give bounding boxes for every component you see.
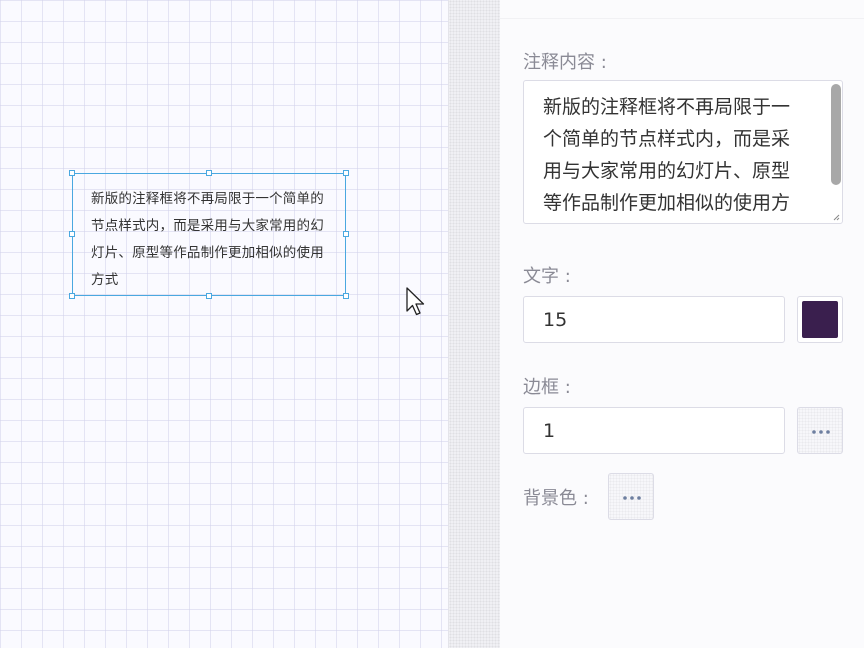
resize-handle-top-left[interactable]: [69, 170, 75, 176]
resize-handle-top-right[interactable]: [343, 170, 349, 176]
border-width-value: 1: [543, 420, 556, 442]
resize-handle-right[interactable]: [343, 231, 349, 237]
border-color-button[interactable]: [797, 407, 843, 454]
font-size-input[interactable]: 15: [523, 296, 785, 343]
more-dots-icon: [812, 430, 830, 434]
background-color-button[interactable]: [608, 473, 654, 520]
panel-splitter[interactable]: [448, 0, 501, 648]
resize-handle-bottom[interactable]: [206, 293, 212, 299]
panel-divider: [500, 18, 864, 19]
font-size-value: 15: [543, 309, 568, 331]
resize-handle-bottom-right[interactable]: [343, 293, 349, 299]
content-label: 注释内容 :: [523, 52, 607, 73]
text-color-swatch: [802, 301, 838, 338]
annotation-text[interactable]: 新版的注释框将不再局限于一个简单的节点样式内，而是采用与大家常用的幻灯片、原型等…: [91, 186, 333, 294]
drawing-canvas[interactable]: 新版的注释框将不再局限于一个简单的节点样式内，而是采用与大家常用的幻灯片、原型等…: [0, 0, 448, 648]
content-textarea-value[interactable]: 新版的注释框将不再局限于一个简单的节点样式内，而是采用与大家常用的幻灯片、原型等…: [543, 91, 805, 223]
resize-handle-left[interactable]: [69, 231, 75, 237]
textarea-scrollbar[interactable]: [831, 84, 841, 185]
mouse-pointer-icon: [406, 287, 425, 316]
border-label: 边框 :: [523, 377, 571, 398]
background-color-label: 背景色 :: [523, 488, 589, 509]
border-width-input[interactable]: 1: [523, 407, 785, 454]
content-textarea[interactable]: 新版的注释框将不再局限于一个简单的节点样式内，而是采用与大家常用的幻灯片、原型等…: [523, 80, 843, 224]
annotation-box[interactable]: 新版的注释框将不再局限于一个简单的节点样式内，而是采用与大家常用的幻灯片、原型等…: [72, 173, 346, 296]
more-dots-icon: [623, 496, 641, 500]
resize-grip-icon[interactable]: [833, 214, 840, 221]
properties-panel: 注释内容 : 新版的注释框将不再局限于一个简单的节点样式内，而是采用与大家常用的…: [500, 0, 864, 648]
text-color-button[interactable]: [797, 296, 843, 343]
resize-handle-top[interactable]: [206, 170, 212, 176]
resize-handle-bottom-left[interactable]: [69, 293, 75, 299]
text-label: 文字 :: [523, 266, 571, 287]
